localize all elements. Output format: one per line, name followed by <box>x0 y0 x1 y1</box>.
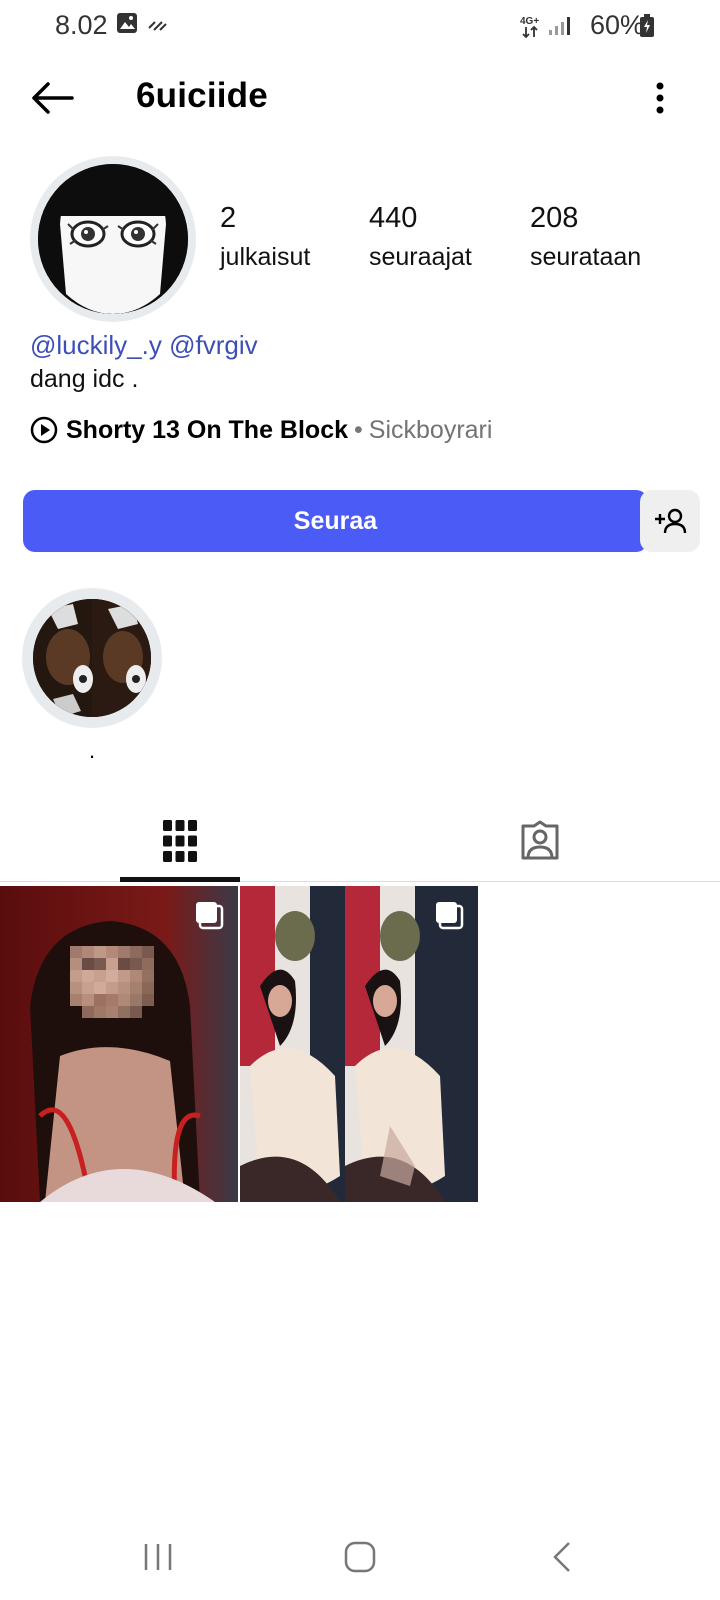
home-icon <box>344 1541 376 1573</box>
mention-link[interactable]: @fvrgiv <box>169 330 258 360</box>
profile-username: 6uiciide <box>136 76 268 115</box>
stat-following-label: seurataan <box>530 243 642 271</box>
tab-tagged[interactable] <box>360 800 720 882</box>
post-thumbnail[interactable] <box>0 886 238 1202</box>
more-options-button[interactable] <box>640 72 680 124</box>
carousel-icon <box>436 902 464 930</box>
stat-followers-count: 440 <box>369 202 418 234</box>
stat-posts: 2 julkaisut <box>220 202 310 272</box>
stat-following-count: 208 <box>530 202 579 234</box>
add-person-icon <box>655 508 687 534</box>
follow-button[interactable]: Seuraa <box>23 490 648 552</box>
story-highlight[interactable]: . <box>22 588 162 768</box>
highlight-cover <box>33 599 151 717</box>
svg-text:4G+: 4G+ <box>520 16 539 27</box>
profile-tabs <box>0 800 720 882</box>
back-button[interactable] <box>22 72 82 124</box>
pattern-notification-icon <box>146 12 170 39</box>
recent-apps-button[interactable] <box>118 1532 198 1582</box>
music-artist: Sickboyrari <box>368 415 493 444</box>
arrow-left-icon <box>32 82 74 114</box>
mention-link[interactable]: @luckily_.y <box>30 330 162 360</box>
stat-following[interactable]: 208 seurataan <box>530 202 641 272</box>
suggested-accounts-button[interactable] <box>640 490 700 552</box>
music-separator: • <box>354 415 363 444</box>
highlight-label: . <box>88 738 96 763</box>
signal-icon <box>548 16 570 41</box>
bio-text: dang idc . <box>30 365 139 393</box>
status-bar: 8.02 4G+ 60% <box>0 0 720 52</box>
play-circle-icon <box>30 416 58 444</box>
battery-percent: 60% <box>590 10 645 40</box>
profile-avatar[interactable] <box>30 156 196 322</box>
bio-mentions: @luckily_.y @fvrgiv <box>30 330 258 361</box>
gallery-notification-icon <box>116 12 138 39</box>
active-tab-indicator <box>120 877 240 882</box>
avatar-image <box>38 164 188 314</box>
app-bar: 6uiciide <box>0 60 720 136</box>
tab-posts-grid[interactable] <box>0 800 360 882</box>
network-4g-icon: 4G+ <box>520 14 544 43</box>
system-back-button[interactable] <box>522 1532 602 1582</box>
post-thumbnail[interactable] <box>240 886 478 1202</box>
more-vertical-icon <box>656 82 664 114</box>
chevron-left-icon <box>553 1542 570 1572</box>
music-title: Shorty 13 On The Block <box>66 415 349 444</box>
tagged-person-icon <box>521 820 559 860</box>
stat-posts-label: julkaisut <box>220 243 311 271</box>
stat-followers-label: seuraajat <box>369 243 472 271</box>
recent-apps-icon <box>144 1544 172 1570</box>
grid-icon <box>163 820 197 862</box>
battery-icon <box>639 14 655 43</box>
home-button[interactable] <box>320 1532 400 1582</box>
stat-posts-count: 2 <box>220 202 237 234</box>
profile-music[interactable]: Shorty 13 On The Block • Sickboyrari <box>30 412 492 448</box>
carousel-icon <box>196 902 224 930</box>
stat-followers[interactable]: 440 seuraajat <box>369 202 472 272</box>
system-nav-bar <box>0 1518 720 1600</box>
status-time: 8.02 <box>55 10 108 40</box>
highlight-ring <box>22 588 162 728</box>
